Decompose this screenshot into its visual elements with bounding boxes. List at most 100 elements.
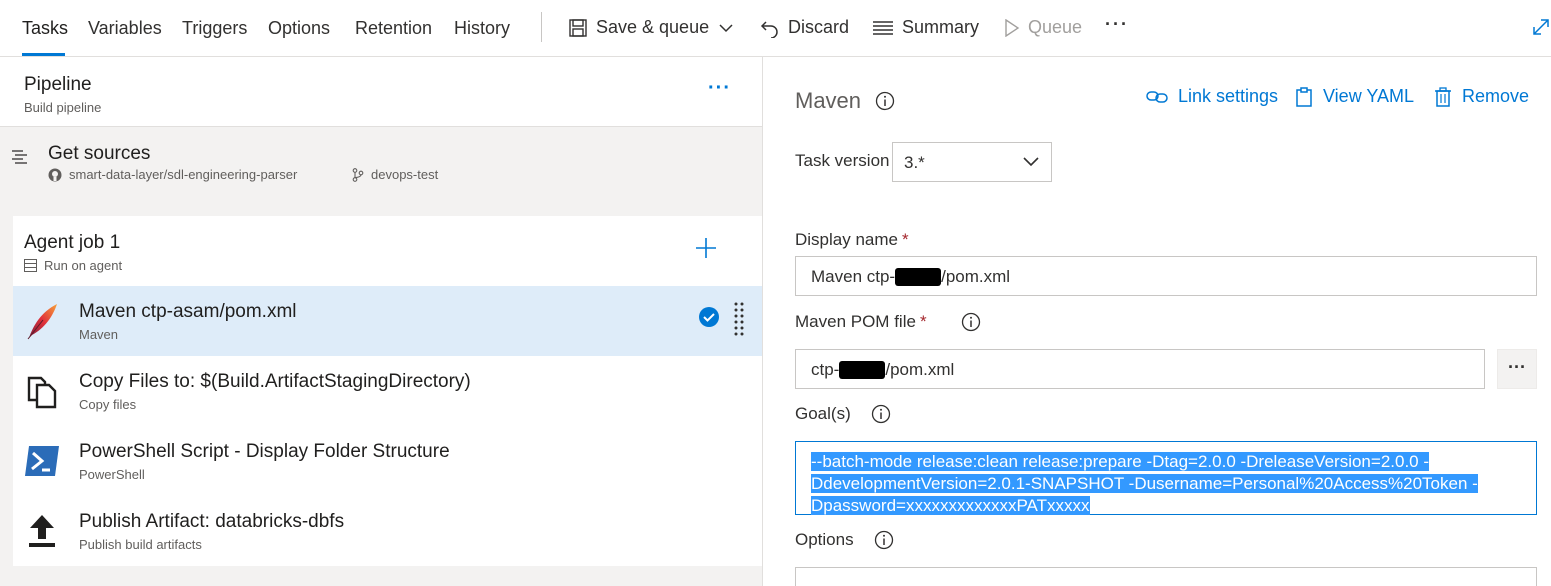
goals-value: --batch-mode release:clean release:prepa… [811, 451, 1501, 517]
pipeline-more-button[interactable]: ··· [708, 77, 731, 100]
link-settings-button[interactable]: Link settings [1146, 86, 1278, 107]
info-icon[interactable] [874, 530, 894, 550]
info-icon[interactable] [961, 312, 981, 332]
view-yaml-label: View YAML [1323, 86, 1415, 106]
display-name-field[interactable]: Maven ctp- /pom.xml [795, 256, 1537, 296]
trash-icon [1435, 86, 1451, 107]
branch-name: devops-test [371, 167, 439, 182]
task-title: Maven ctp-asam/pom.xml [79, 301, 297, 322]
save-queue-button[interactable]: Save & queue [568, 17, 733, 38]
maven-feather-icon [27, 304, 57, 340]
tab-retention[interactable]: Retention [355, 18, 432, 39]
summary-label: Summary [902, 17, 980, 37]
browse-button[interactable]: ··· [1497, 349, 1537, 389]
tab-history[interactable]: History [454, 18, 510, 39]
pipeline-subtitle: Build pipeline [24, 100, 102, 115]
options-field[interactable] [795, 567, 1537, 586]
display-name-suffix: /pom.xml [941, 267, 1011, 286]
pom-label-row: Maven POM file * [795, 312, 981, 332]
powershell-icon [25, 446, 59, 476]
top-toolbar: Tasks Variables Triggers Options Retenti… [0, 0, 1551, 57]
summary-button[interactable]: Summary [872, 17, 979, 38]
task-version-select[interactable]: 3.* [892, 142, 1052, 182]
discard-label: Discard [788, 17, 850, 37]
task-subtitle: Maven [79, 327, 119, 342]
discard-button[interactable]: Discard [760, 17, 849, 38]
more-actions-button[interactable]: ··· [1105, 14, 1129, 35]
options-label: Options [795, 530, 854, 549]
tab-variables[interactable]: Variables [88, 18, 162, 39]
goals-textarea[interactable]: --batch-mode release:clean release:prepa… [795, 441, 1537, 515]
branch-icon [352, 167, 364, 182]
info-icon[interactable] [875, 91, 895, 111]
get-sources-branch: devops-test [352, 167, 438, 182]
detail-title: Maven [795, 88, 862, 113]
agent-job[interactable]: Agent job 1 Run on agent [13, 216, 762, 286]
pom-label: Maven POM file [795, 312, 916, 331]
pipeline-title: Pipeline [24, 74, 92, 95]
task-title: PowerShell Script - Display Folder Struc… [79, 441, 450, 462]
queue-label: Queue [1028, 17, 1083, 37]
remove-label: Remove [1462, 86, 1530, 106]
drag-handle-icon[interactable] [733, 301, 745, 339]
chevron-down-icon [1023, 157, 1039, 167]
toolbar-divider [541, 12, 542, 42]
display-name-prefix: Maven ctp- [811, 267, 896, 286]
link-settings-label: Link settings [1178, 86, 1279, 106]
add-task-icon[interactable] [694, 236, 718, 260]
get-sources-repo: smart-data-layer/sdl-engineering-parser [48, 167, 297, 182]
task-powershell[interactable]: PowerShell Script - Display Folder Struc… [13, 426, 762, 496]
task-version-label: Task version [795, 151, 890, 170]
chevron-down-icon [719, 23, 733, 32]
check-circle-icon [699, 307, 719, 327]
required-mark: * [902, 230, 909, 249]
tab-tasks[interactable]: Tasks [22, 18, 68, 39]
save-queue-label: Save & queue [596, 17, 710, 37]
task-maven[interactable]: Maven ctp-asam/pom.xml Maven [13, 286, 762, 356]
task-detail-panel: Maven Link settings View YAML Remove Tas… [764, 57, 1551, 586]
detail-title-row: Maven [795, 88, 895, 114]
get-sources-icon [12, 150, 27, 164]
redaction-mark [895, 268, 942, 286]
task-subtitle: Copy files [79, 397, 137, 412]
queue-button[interactable]: Queue [1004, 17, 1082, 38]
task-publish-artifact[interactable]: Publish Artifact: databricks-dbfs Publis… [13, 496, 762, 566]
pom-file-field[interactable]: ctp- /pom.xml [795, 349, 1485, 389]
pom-prefix: ctp- [811, 360, 840, 379]
remove-button[interactable]: Remove [1434, 86, 1529, 107]
undo-icon [760, 20, 778, 38]
active-tab-indicator [22, 53, 65, 56]
required-mark: * [919, 312, 927, 331]
pom-suffix: /pom.xml [885, 360, 955, 379]
task-title: Publish Artifact: databricks-dbfs [79, 511, 345, 532]
display-name-label-row: Display name * [795, 230, 909, 250]
link-icon [1146, 90, 1168, 103]
agent-job-subtitle-row: Run on agent [24, 258, 122, 273]
tab-triggers[interactable]: Triggers [182, 18, 247, 39]
tab-options[interactable]: Options [268, 18, 330, 39]
task-subtitle: Publish build artifacts [79, 537, 202, 552]
pipeline-tasks-panel: Pipeline Build pipeline ··· Get sources … [0, 57, 763, 586]
display-name-label: Display name [795, 230, 898, 249]
agent-job-title: Agent job 1 [24, 232, 121, 253]
redaction-mark [839, 361, 886, 379]
view-yaml-button[interactable]: View YAML [1295, 86, 1414, 107]
task-subtitle: PowerShell [79, 467, 145, 482]
list-icon [873, 20, 893, 35]
get-sources-title[interactable]: Get sources [48, 143, 150, 165]
clipboard-icon [1296, 86, 1312, 107]
copy-files-icon [27, 376, 57, 409]
play-icon [1005, 18, 1020, 37]
task-version-value: 3.* [904, 153, 925, 172]
repo-name: smart-data-layer/sdl-engineering-parser [69, 167, 298, 182]
github-icon [48, 168, 62, 181]
display-name-value: Maven ctp- /pom.xml [811, 267, 1010, 287]
agent-job-subtitle: Run on agent [44, 258, 123, 273]
expand-icon[interactable] [1532, 18, 1550, 36]
task-copy-files[interactable]: Copy Files to: $(Build.ArtifactStagingDi… [13, 356, 762, 426]
info-icon[interactable] [871, 404, 891, 424]
pom-file-value: ctp- /pom.xml [811, 360, 954, 380]
task-title: Copy Files to: $(Build.ArtifactStagingDi… [79, 371, 471, 392]
goals-label: Goal(s) [795, 404, 851, 423]
pipeline-header[interactable]: Pipeline Build pipeline ··· [0, 57, 762, 127]
